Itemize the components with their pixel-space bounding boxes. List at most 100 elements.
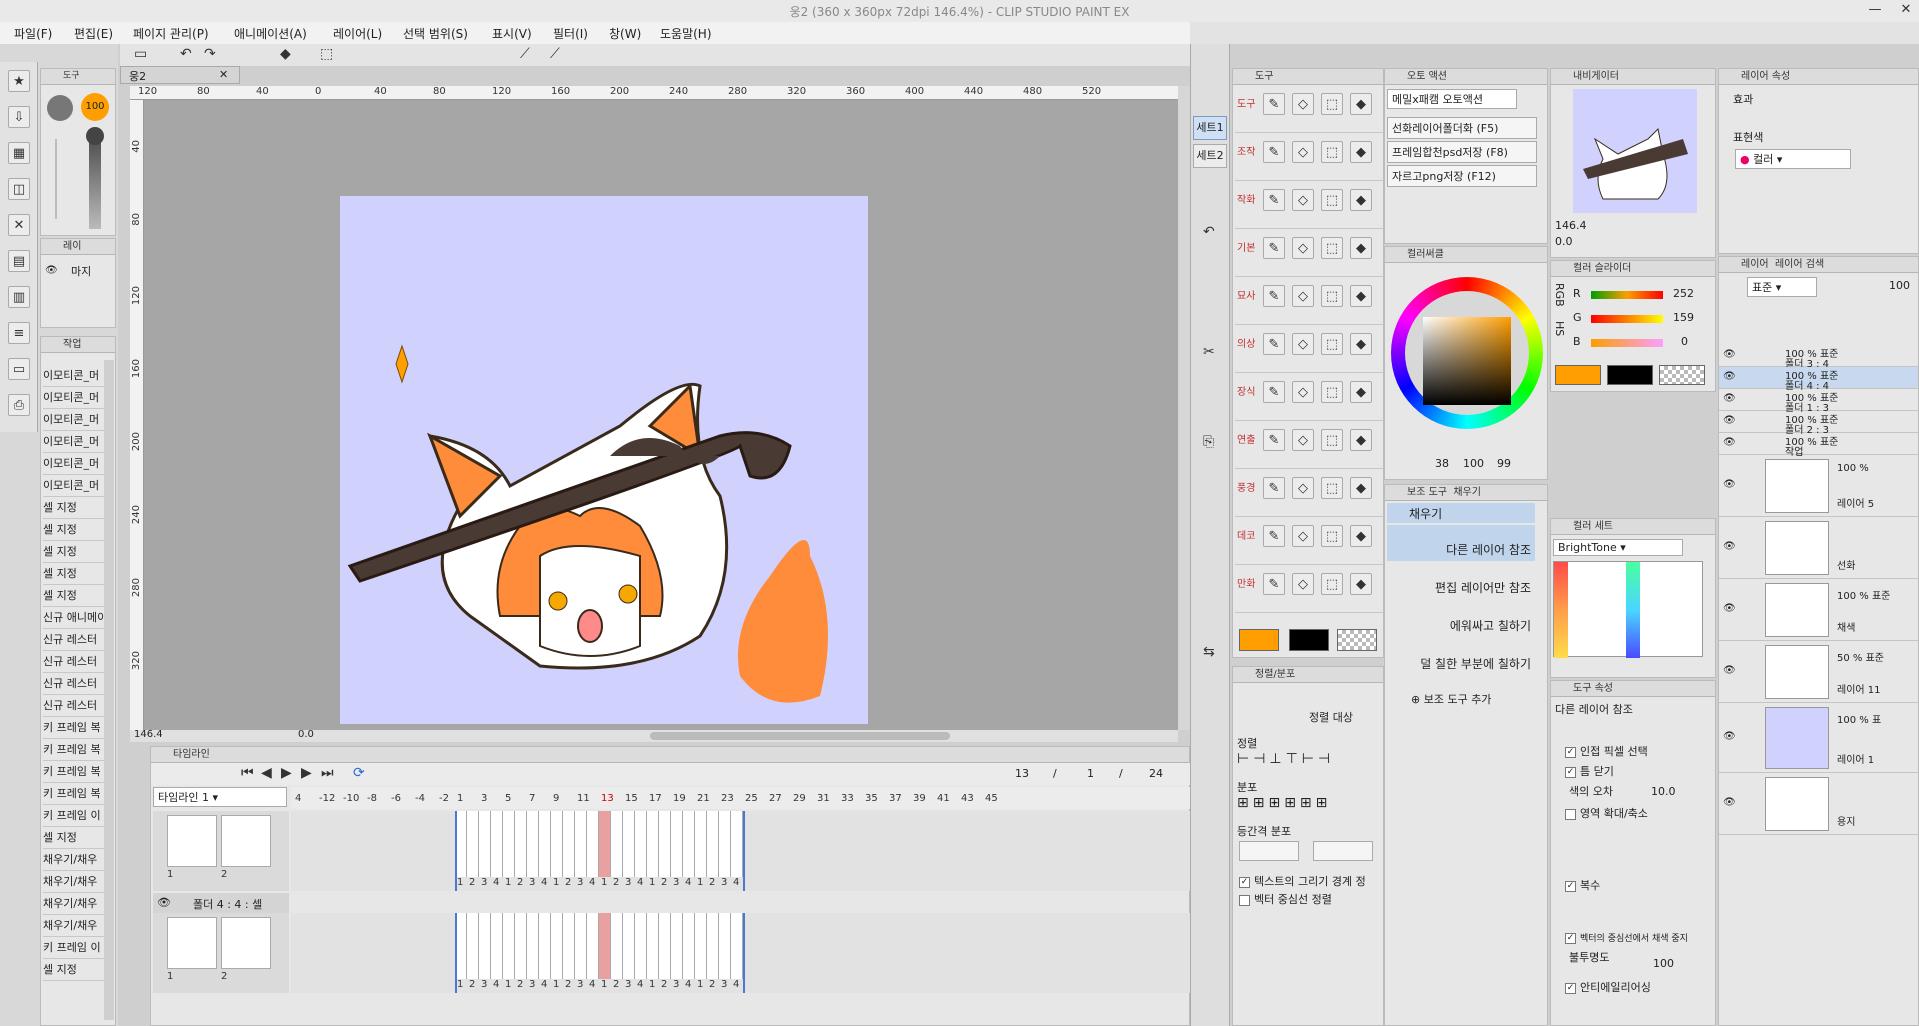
tool-button-icon[interactable]: ⬚ <box>1321 189 1343 211</box>
tool-button-icon[interactable]: ✎ <box>1263 333 1285 355</box>
doc-tab[interactable]: 웅2 ✕ <box>120 66 240 84</box>
r-value[interactable]: 252 <box>1673 287 1694 300</box>
first-frame-icon[interactable]: ⏮ <box>241 765 254 781</box>
grid-icon[interactable]: ▦ <box>8 142 30 164</box>
close-icon[interactable]: ✕ <box>1891 2 1919 20</box>
minimize-icon[interactable]: — <box>1860 2 1890 20</box>
slider-transparent-swatch[interactable] <box>1659 365 1705 385</box>
undo-strip-icon[interactable]: ↶ <box>1203 224 1215 240</box>
action-list-item[interactable]: 셀 지정 <box>43 959 109 981</box>
layer-opacity-value[interactable]: 100 <box>1889 279 1910 292</box>
align-check2[interactable]: 벡터 중심선 정렬 <box>1239 891 1332 907</box>
brush-size-knob[interactable] <box>86 127 104 145</box>
snap-icon[interactable]: ⟋ <box>550 46 560 62</box>
navigator-zoom[interactable]: 146.4 <box>1555 219 1587 232</box>
frame-cell[interactable] <box>731 811 743 877</box>
frame-cell[interactable] <box>659 913 671 979</box>
color-mode-tab[interactable]: RGB <box>1553 283 1566 307</box>
tool-button-icon[interactable]: ◇ <box>1292 93 1314 115</box>
action-list-item[interactable]: 이모티콘_머 <box>43 475 109 497</box>
vector-center-check[interactable]: ✓ 벡터의 중심선에서 채색 중지 <box>1565 931 1715 944</box>
blend-mode-select[interactable]: 표준 ▾ <box>1747 277 1817 297</box>
action-list-item[interactable]: 이모티콘_머 <box>43 365 109 387</box>
layer-eye-icon[interactable]: 👁 <box>1723 349 1736 360</box>
play-icon[interactable]: ▶ <box>281 765 292 781</box>
mini-layer-item[interactable]: 마지 <box>71 263 91 279</box>
frame-cell[interactable] <box>611 811 623 877</box>
menu-edit[interactable]: 편집(E) <box>74 25 113 42</box>
tool-button-icon[interactable]: ◇ <box>1292 285 1314 307</box>
tool-button-icon[interactable]: ◆ <box>1350 237 1372 259</box>
layer-eye-icon[interactable]: 👁 <box>1723 541 1736 552</box>
thumb3[interactable] <box>167 917 217 969</box>
tool-button-icon[interactable]: ⬚ <box>1321 381 1343 403</box>
menu-animation[interactable]: 애니메이션(A) <box>234 25 307 42</box>
tool-button-icon[interactable]: ✎ <box>1263 141 1285 163</box>
frame-cell[interactable] <box>575 913 587 979</box>
timeline-select[interactable]: 타임라인 1 ▾ <box>153 787 287 807</box>
tool-button-icon[interactable]: ⬚ <box>1321 573 1343 595</box>
film-icon[interactable]: ▤ <box>8 250 30 272</box>
action-list-item[interactable]: 키 프레임 복 <box>43 783 109 805</box>
layer-row[interactable]: 👁 50 % 표준 레이어 11 <box>1719 641 1918 703</box>
layer-row[interactable]: 👁 100 % 표준 폴더 3 : 4 <box>1719 345 1918 370</box>
eye-icon[interactable]: 👁 <box>45 265 58 276</box>
sub-color-swatch[interactable] <box>1289 629 1329 651</box>
layer-eye-icon[interactable]: 👁 <box>1723 603 1736 614</box>
frame-cell[interactable] <box>719 811 731 877</box>
tool-button-icon[interactable]: ◆ <box>1350 285 1372 307</box>
navigator-rotation[interactable]: 0.0 <box>1555 235 1573 248</box>
menu-layer[interactable]: 레이어(L) <box>333 25 382 42</box>
auto-action-select[interactable]: 메밀x패캠 오토액션 <box>1387 89 1517 109</box>
tool-button-icon[interactable]: ◆ <box>1350 189 1372 211</box>
menu-selection[interactable]: 선택 범위(S) <box>403 25 468 42</box>
sub-tool-item-1[interactable]: 다른 레이어 참조 <box>1387 525 1535 561</box>
action-list-item[interactable]: 셀 지정 <box>43 585 109 607</box>
action-list-scrollbar[interactable] <box>104 360 114 1020</box>
tool-button-icon[interactable]: ✎ <box>1263 237 1285 259</box>
frame-cell[interactable] <box>587 811 599 877</box>
tool-button-icon[interactable]: ✎ <box>1263 477 1285 499</box>
frame-cell[interactable] <box>575 811 587 877</box>
action-list-item[interactable]: 키 프레임 이 <box>43 937 109 959</box>
frame-cell[interactable] <box>503 811 515 877</box>
frame-cell[interactable] <box>683 913 695 979</box>
opacity-value[interactable]: 100 <box>1653 957 1674 970</box>
layer-row[interactable]: 👁 100 % 표준 폴더 4 : 4 <box>1719 367 1918 392</box>
tool-button-icon[interactable]: ◇ <box>1292 141 1314 163</box>
tool-button-icon[interactable]: ⬚ <box>1321 93 1343 115</box>
frame-cell[interactable] <box>599 811 611 877</box>
frame-cell[interactable] <box>635 913 647 979</box>
expand-check[interactable]: 영역 확대/축소 <box>1565 805 1648 821</box>
frame-cell[interactable] <box>515 811 527 877</box>
new-document-icon[interactable]: ▭ <box>134 46 147 62</box>
canvas-zoom[interactable]: 146.4 <box>134 729 163 740</box>
tool-button-icon[interactable]: ◇ <box>1292 381 1314 403</box>
cut-icon[interactable]: ✂ <box>1203 344 1215 360</box>
download-icon[interactable]: ⇩ <box>8 106 30 128</box>
fill-icon[interactable]: ◆ <box>280 46 291 62</box>
track1-frames[interactable]: 123412341234123412341234 <box>291 811 1191 891</box>
action-list-item[interactable]: 신규 레스터 <box>43 673 109 695</box>
menu-window[interactable]: 창(W) <box>609 25 641 42</box>
sub-tool-item-3[interactable]: 에워싸고 칠하기 <box>1387 601 1535 637</box>
transparent-swatch[interactable] <box>1337 629 1377 651</box>
frame-cell[interactable] <box>539 913 551 979</box>
frame-cell[interactable] <box>551 811 563 877</box>
close-box-icon[interactable]: ✕ <box>8 214 30 236</box>
layer-eye-icon[interactable]: 👁 <box>1723 731 1736 742</box>
action-list-item[interactable]: 셀 지정 <box>43 563 109 585</box>
action-list-item[interactable]: 키 프레임 복 <box>43 739 109 761</box>
star-icon[interactable]: ★ <box>8 70 30 92</box>
ruler-snap-icon[interactable]: ⟋ <box>520 46 530 62</box>
action-list-item[interactable]: 이모티콘_머 <box>43 387 109 409</box>
frame-cell[interactable] <box>551 913 563 979</box>
gap-check[interactable]: ✓ 틈 닫기 <box>1565 763 1614 779</box>
layer-row[interactable]: 👁 용지 <box>1719 773 1918 835</box>
color-set-select[interactable]: BrightTone ▾ <box>1553 539 1683 556</box>
track2-frames[interactable]: 123412341234123412341234 <box>291 913 1191 993</box>
canvas-vscrollbar[interactable] <box>1178 86 1190 730</box>
frame-cell[interactable] <box>539 811 551 877</box>
b-value[interactable]: 0 <box>1681 335 1688 348</box>
expression-color-select[interactable]: ● 컬러 ▾ <box>1735 149 1851 169</box>
